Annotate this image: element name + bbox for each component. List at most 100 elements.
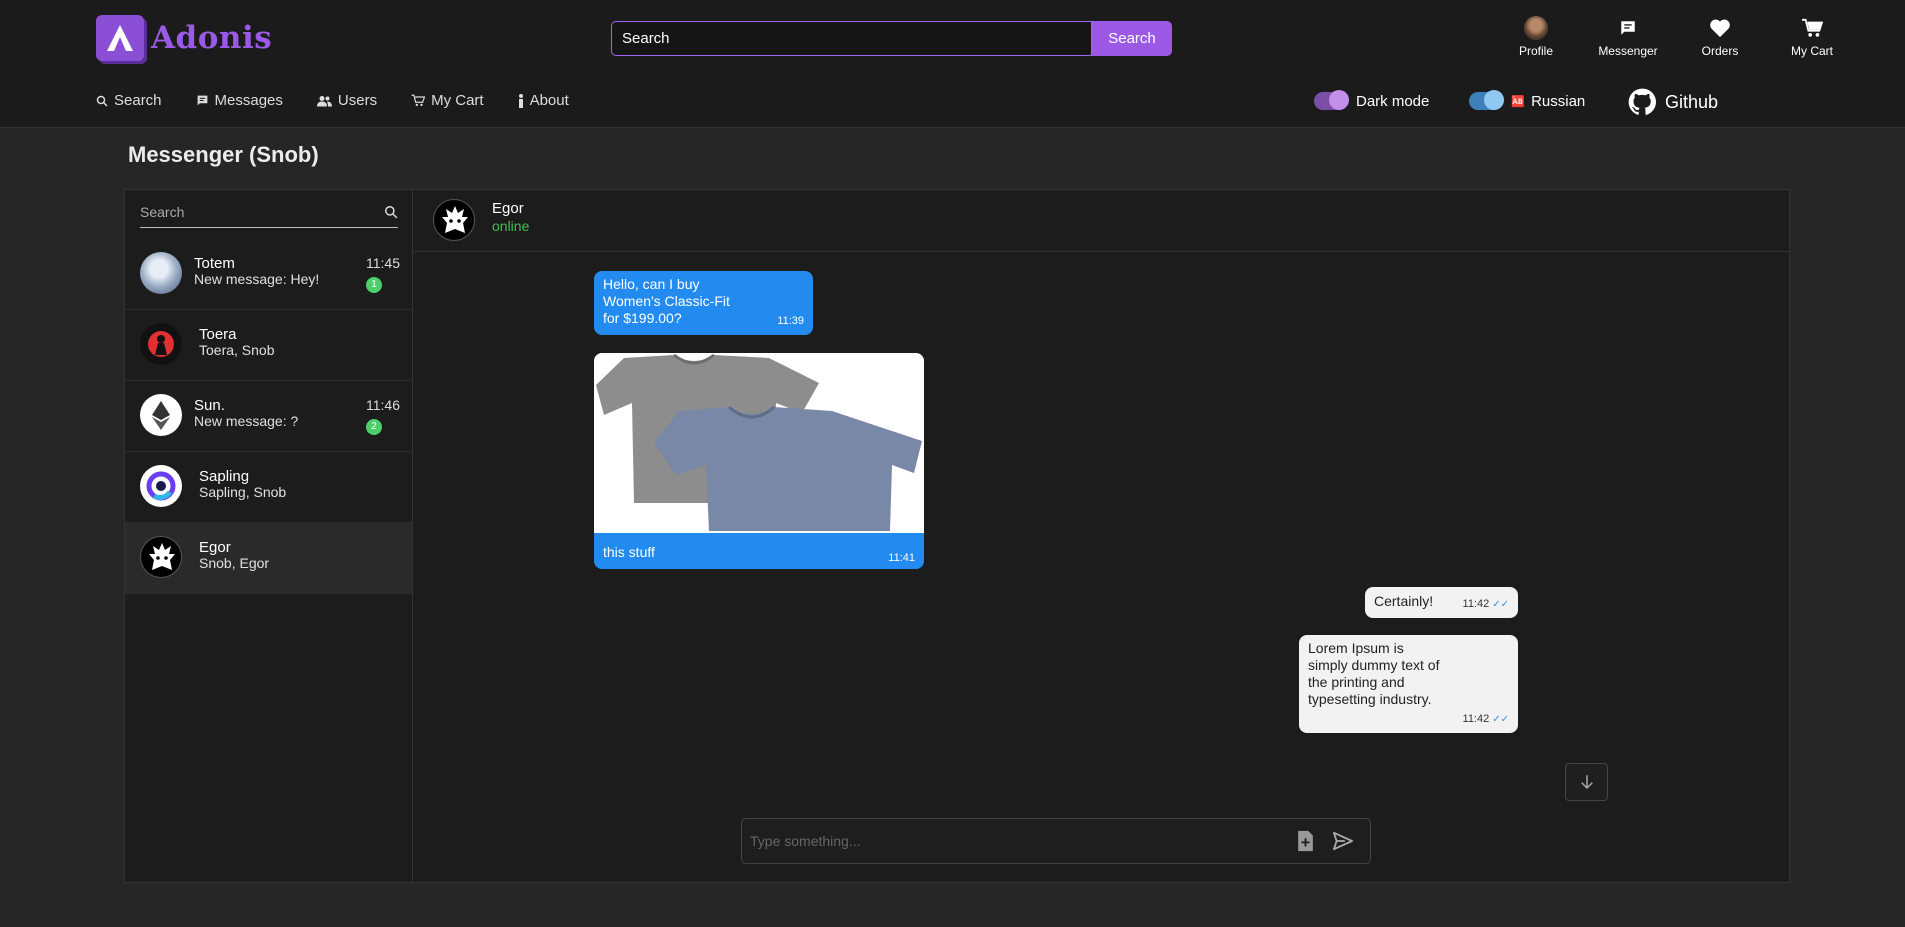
avatar[interactable] xyxy=(433,199,475,241)
conversation-header: Egor online xyxy=(413,190,1789,252)
chat-name: Egor xyxy=(199,539,231,556)
message-time: 11:42 xyxy=(1462,598,1490,610)
read-receipt-icon: ✓✓ xyxy=(1492,599,1509,610)
chat-preview: Sapling, Snob xyxy=(199,484,287,500)
heart-icon xyxy=(1709,16,1731,40)
message-bubble-outgoing: Certainly! 11:42 ✓✓ xyxy=(1365,587,1518,618)
chat-icon xyxy=(1619,16,1637,40)
message-meta: 11:42 ✓✓ xyxy=(1463,711,1509,728)
avatar xyxy=(1524,16,1548,40)
message-meta: 11:42 ✓✓ xyxy=(1463,596,1509,613)
chat-name: Totem xyxy=(194,255,235,272)
users-icon xyxy=(316,95,332,107)
attach-file-icon[interactable] xyxy=(1296,830,1315,857)
message-time: 11:41 xyxy=(888,552,915,564)
chat-preview: Toera, Snob xyxy=(199,342,275,358)
contact-status: online xyxy=(492,218,530,234)
image-caption: this stuff xyxy=(603,544,655,560)
search-icon xyxy=(96,95,108,107)
top-bar: Adonis Search Profile Messenger Orders M… xyxy=(0,0,1905,128)
nav-item-about[interactable]: About xyxy=(518,92,569,109)
read-receipt-icon: ✓✓ xyxy=(1492,714,1509,725)
chat-name: Toera xyxy=(199,326,237,343)
cart-label: My Cart xyxy=(1791,44,1833,58)
nav-item-messages[interactable]: Messages xyxy=(196,92,283,109)
github-label: Github xyxy=(1665,91,1719,112)
nav-label: Messages xyxy=(214,92,283,109)
top-icon-bar: Profile Messenger Orders My Cart xyxy=(1490,16,1858,58)
cart-icon xyxy=(1801,16,1823,40)
messenger-link[interactable]: Messenger xyxy=(1582,16,1674,58)
github-icon xyxy=(1628,88,1656,115)
info-icon xyxy=(518,93,524,108)
tshirts-image xyxy=(594,353,924,533)
conversation-area: Egor online Hello, can I buy Women's Cla… xyxy=(413,190,1789,882)
nav-item-cart[interactable]: My Cart xyxy=(411,92,484,109)
header-search: Search xyxy=(611,21,1172,56)
send-icon[interactable] xyxy=(1332,831,1354,856)
dark-mode-label: Dark mode xyxy=(1356,92,1430,110)
cart-link[interactable]: My Cart xyxy=(1766,16,1858,58)
page-title: Messenger (Snob) xyxy=(128,142,319,167)
message-text: Certainly! xyxy=(1374,593,1434,609)
chat-preview: New message: Hey! xyxy=(194,271,320,287)
message-composer xyxy=(741,818,1371,864)
profile-link[interactable]: Profile xyxy=(1490,16,1582,58)
chat-list-sidebar: Totem New message: Hey! 11:45 1 Toera To… xyxy=(125,190,413,882)
search-icon[interactable] xyxy=(384,205,398,224)
message-text: Hello, can I buy Women's Classic-Fit for… xyxy=(603,276,730,326)
dark-mode-toggle[interactable] xyxy=(1314,90,1349,110)
chat-icon xyxy=(196,94,209,107)
orders-link[interactable]: Orders xyxy=(1674,16,1766,58)
message-image-incoming[interactable]: this stuff 11:41 xyxy=(594,353,924,569)
avatar xyxy=(140,394,182,436)
message-time: 11:39 xyxy=(777,315,804,327)
nav-label: Users xyxy=(337,92,378,109)
chat-preview: New message: ? xyxy=(194,413,299,429)
chat-list-item-totem[interactable]: Totem New message: Hey! 11:45 1 xyxy=(125,239,412,310)
scroll-to-bottom-button[interactable] xyxy=(1565,763,1608,801)
chat-list-item-egor[interactable]: Egor Snob, Egor xyxy=(125,523,412,594)
chat-search-input[interactable] xyxy=(140,198,365,226)
cart-icon xyxy=(411,94,426,107)
message-time: 11:42 xyxy=(1462,713,1490,725)
chat-time: 11:45 xyxy=(366,255,400,271)
logo-icon xyxy=(96,15,144,61)
nav-item-search[interactable]: Search xyxy=(96,92,162,109)
chat-list-item-sapling[interactable]: Sapling Sapling, Snob xyxy=(125,452,412,523)
profile-label: Profile xyxy=(1518,44,1553,58)
avatar xyxy=(140,536,182,578)
message-text: Lorem Ipsum is simply dummy text of the … xyxy=(1308,640,1440,707)
chat-list-item-toera[interactable]: Toera Toera, Snob xyxy=(125,310,412,381)
chat-preview: Snob, Egor xyxy=(199,555,270,571)
messenger-panel: Totem New message: Hey! 11:45 1 Toera To… xyxy=(124,189,1790,883)
nav-item-users[interactable]: Users xyxy=(316,92,378,109)
settings-toggles: Dark mode 🆎 Russian xyxy=(1314,90,1625,110)
avatar xyxy=(140,252,182,294)
chat-search xyxy=(140,198,398,228)
language-toggle[interactable] xyxy=(1469,90,1505,110)
message-bubble-outgoing: Lorem Ipsum is simply dummy text of the … xyxy=(1299,635,1518,733)
contact-name: Egor xyxy=(492,200,524,217)
chat-time: 11:46 xyxy=(366,397,400,413)
language-icon: 🆎 xyxy=(1511,95,1526,108)
chat-name: Sun. xyxy=(194,397,225,414)
unread-badge: 1 xyxy=(366,277,382,293)
header-search-input[interactable] xyxy=(611,21,1092,56)
nav-label: About xyxy=(529,92,569,109)
avatar xyxy=(140,465,182,507)
language-label: Russian xyxy=(1531,92,1586,110)
nav-label: My Cart xyxy=(431,92,484,109)
messenger-label: Messenger xyxy=(1598,44,1658,58)
brand-name: Adonis xyxy=(151,20,273,56)
message-bubble-incoming: Hello, can I buy Women's Classic-Fit for… xyxy=(594,271,813,335)
arrow-down-icon xyxy=(1580,775,1593,790)
logo[interactable]: Adonis xyxy=(96,15,272,61)
header-search-button[interactable]: Search xyxy=(1092,21,1172,56)
message-input[interactable] xyxy=(750,827,1290,855)
orders-label: Orders xyxy=(1701,44,1739,58)
chat-list-item-sun[interactable]: Sun. New message: ? 11:46 2 xyxy=(125,381,412,452)
github-link[interactable]: Github xyxy=(1628,88,1718,116)
avatar xyxy=(140,323,182,365)
nav-label: Search xyxy=(114,92,162,109)
